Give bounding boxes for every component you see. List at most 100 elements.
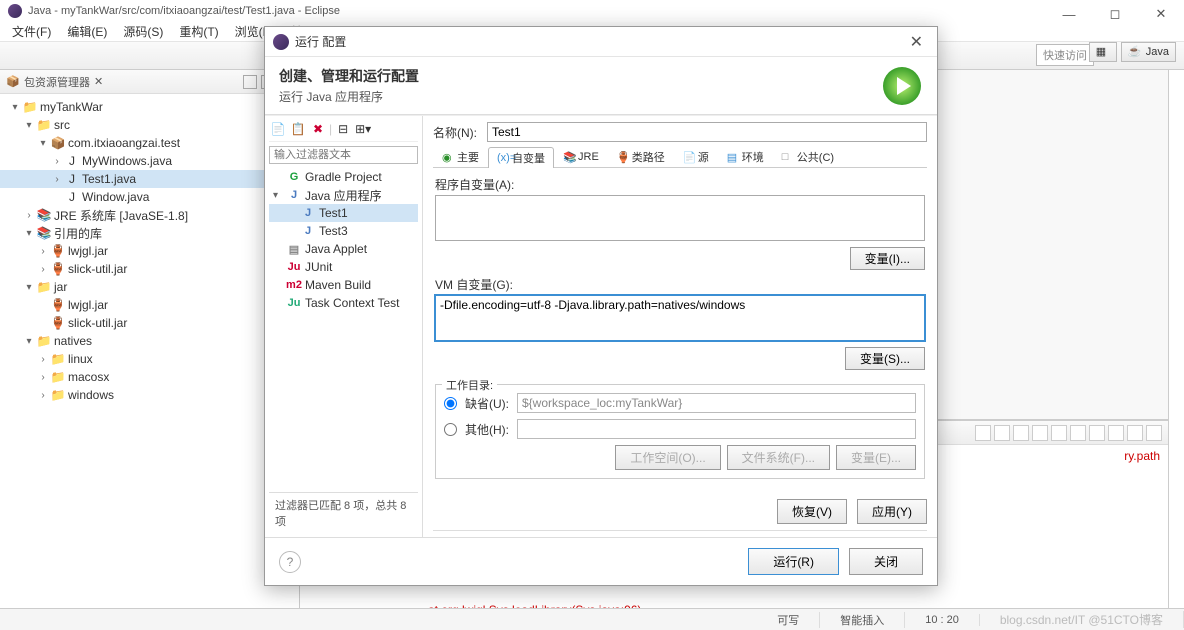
config-item[interactable]: JTest1: [269, 204, 418, 222]
tab-类路径[interactable]: 🏺类路径: [608, 146, 674, 167]
tree-item[interactable]: JWindow.java: [0, 188, 299, 206]
tab-主要[interactable]: ◉主要: [433, 146, 488, 167]
open-console-icon[interactable]: [1108, 425, 1124, 441]
tree-item[interactable]: ▾📦com.itxiaoangzai.test: [0, 134, 299, 152]
remove-launch-icon[interactable]: [994, 425, 1010, 441]
eclipse-icon: [8, 4, 22, 18]
tree-item[interactable]: ›JTest1.java: [0, 170, 299, 188]
program-args-input[interactable]: [435, 195, 925, 241]
tree-item[interactable]: ›🏺slick-util.jar: [0, 260, 299, 278]
remove-all-icon[interactable]: [1013, 425, 1029, 441]
other-radio[interactable]: [444, 423, 457, 436]
run-icon: [881, 65, 923, 107]
tab-自变量[interactable]: (x)=自变量: [488, 147, 554, 168]
menu-edit[interactable]: 编辑(E): [59, 22, 115, 41]
dialog-subheading: 运行 Java 应用程序: [279, 88, 419, 105]
tree-item[interactable]: 🏺slick-util.jar: [0, 314, 299, 332]
other-path[interactable]: [517, 419, 916, 439]
config-tabs: ◉主要(x)=自变量📚JRE🏺类路径📄源▤环境□公共(C): [433, 146, 927, 168]
quick-access-input[interactable]: 快速访问: [1036, 44, 1094, 66]
tab-JRE[interactable]: 📚JRE: [554, 146, 608, 167]
view-title: 包资源管理器: [24, 74, 90, 90]
tree-item[interactable]: ›📁linux: [0, 350, 299, 368]
default-radio[interactable]: [444, 397, 457, 410]
maximize-button[interactable]: ◻: [1092, 0, 1138, 28]
run-configurations-dialog: 运行 配置 ✕ 创建、管理和运行配置 运行 Java 应用程序 📄 📋 ✖ | …: [264, 26, 938, 586]
right-trim: [1168, 70, 1184, 630]
config-item[interactable]: GGradle Project: [269, 168, 418, 186]
max-icon[interactable]: [1146, 425, 1162, 441]
menu-source[interactable]: 源码(S): [115, 22, 171, 41]
tree-item[interactable]: ▾📁src: [0, 116, 299, 134]
apply-button[interactable]: 应用(Y): [857, 499, 927, 524]
filesystem-button[interactable]: 文件系统(F)...: [727, 445, 830, 470]
package-explorer: 📦 包资源管理器 ✕ ▾📁myTankWar▾📁src▾📦com.itxiaoa…: [0, 70, 300, 630]
menu-refactor[interactable]: 重构(T): [171, 22, 226, 41]
name-input[interactable]: [487, 122, 927, 142]
config-item[interactable]: JuTask Context Test: [269, 294, 418, 312]
close-view-icon[interactable]: ✕: [94, 75, 103, 88]
new-config-icon[interactable]: 📄: [269, 121, 287, 137]
name-label: 名称(N):: [433, 124, 477, 141]
workspace-button[interactable]: 工作空间(O)...: [615, 445, 720, 470]
window-titlebar: Java - myTankWar/src/com/itxiaoangzai/te…: [0, 0, 1184, 22]
config-tree[interactable]: GGradle Project▾JJava 应用程序JTest1JTest3▤J…: [269, 168, 418, 312]
tab-环境[interactable]: ▤环境: [718, 146, 773, 167]
close-button[interactable]: 关闭: [849, 548, 923, 575]
restore-button[interactable]: 恢复(V): [777, 499, 847, 524]
insert-mode: 智能插入: [820, 612, 905, 628]
default-label: 缺省(U):: [465, 395, 509, 412]
delete-icon[interactable]: ✖: [309, 121, 327, 137]
menu-file[interactable]: 文件(F): [4, 22, 59, 41]
close-window-button[interactable]: ✕: [1138, 0, 1184, 28]
program-args-label: 程序自变量(A):: [435, 176, 925, 193]
dialog-title: 运行 配置: [295, 33, 346, 50]
vm-args-input[interactable]: -Dfile.encoding=utf-8 -Djava.library.pat…: [435, 295, 925, 341]
tree-item[interactable]: ›📁macosx: [0, 368, 299, 386]
duplicate-icon[interactable]: 📋: [289, 121, 307, 137]
variables-button-1[interactable]: 变量(I)...: [850, 247, 925, 270]
variables-button-2[interactable]: 变量(S)...: [845, 347, 925, 370]
filter-input[interactable]: [269, 146, 418, 164]
tree[interactable]: ▾📁myTankWar▾📁src▾📦com.itxiaoangzai.test›…: [0, 94, 299, 630]
run-button[interactable]: 运行(R): [748, 548, 839, 575]
dialog-close-button[interactable]: ✕: [904, 32, 929, 52]
tree-item[interactable]: ›JMyWindows.java: [0, 152, 299, 170]
expand-icon[interactable]: ⊞▾: [354, 121, 372, 137]
filter-config-icon[interactable]: ⊟: [334, 121, 352, 137]
perspective-switcher[interactable]: ▦: [1089, 42, 1117, 62]
config-item[interactable]: ▾JJava 应用程序: [269, 186, 418, 204]
tree-item[interactable]: ▾📁myTankWar: [0, 98, 299, 116]
tree-item[interactable]: ›📚JRE 系统库 [JavaSE-1.8]: [0, 206, 299, 224]
tab-源[interactable]: 📄源: [674, 146, 718, 167]
grid-icon: ▦: [1096, 45, 1110, 59]
collapse-icon[interactable]: [243, 75, 257, 89]
writable-indicator: 可写: [757, 612, 820, 628]
tree-item[interactable]: ▾📚引用的库: [0, 224, 299, 242]
other-label: 其他(H):: [465, 421, 509, 438]
watermark: blog.csdn.net/IT @51CTO博客: [980, 611, 1184, 628]
eclipse-icon: [273, 34, 289, 50]
terminate-icon[interactable]: [975, 425, 991, 441]
tree-item[interactable]: ›🏺lwjgl.jar: [0, 242, 299, 260]
tab-公共(C)[interactable]: □公共(C): [773, 146, 843, 167]
config-item[interactable]: m2Maven Build: [269, 276, 418, 294]
clear-console-icon[interactable]: [1032, 425, 1048, 441]
help-icon[interactable]: ?: [279, 551, 301, 573]
pin-console-icon[interactable]: [1070, 425, 1086, 441]
config-item[interactable]: JuJUnit: [269, 258, 418, 276]
tree-item[interactable]: ▾📁jar: [0, 278, 299, 296]
display-selected-icon[interactable]: [1089, 425, 1105, 441]
minimize-button[interactable]: —: [1046, 0, 1092, 28]
filter-status: 过滤器已匹配 8 项，总共 8 项: [269, 492, 418, 533]
window-title: Java - myTankWar/src/com/itxiaoangzai/te…: [28, 5, 340, 17]
config-item[interactable]: ▤Java Applet: [269, 240, 418, 258]
variables-button-3[interactable]: 变量(E)...: [836, 445, 916, 470]
java-perspective[interactable]: ☕Java: [1121, 42, 1176, 62]
tree-item[interactable]: ›📁windows: [0, 386, 299, 404]
min-icon[interactable]: [1127, 425, 1143, 441]
tree-item[interactable]: 🏺lwjgl.jar: [0, 296, 299, 314]
tree-item[interactable]: ▾📁natives: [0, 332, 299, 350]
config-item[interactable]: JTest3: [269, 222, 418, 240]
scroll-lock-icon[interactable]: [1051, 425, 1067, 441]
